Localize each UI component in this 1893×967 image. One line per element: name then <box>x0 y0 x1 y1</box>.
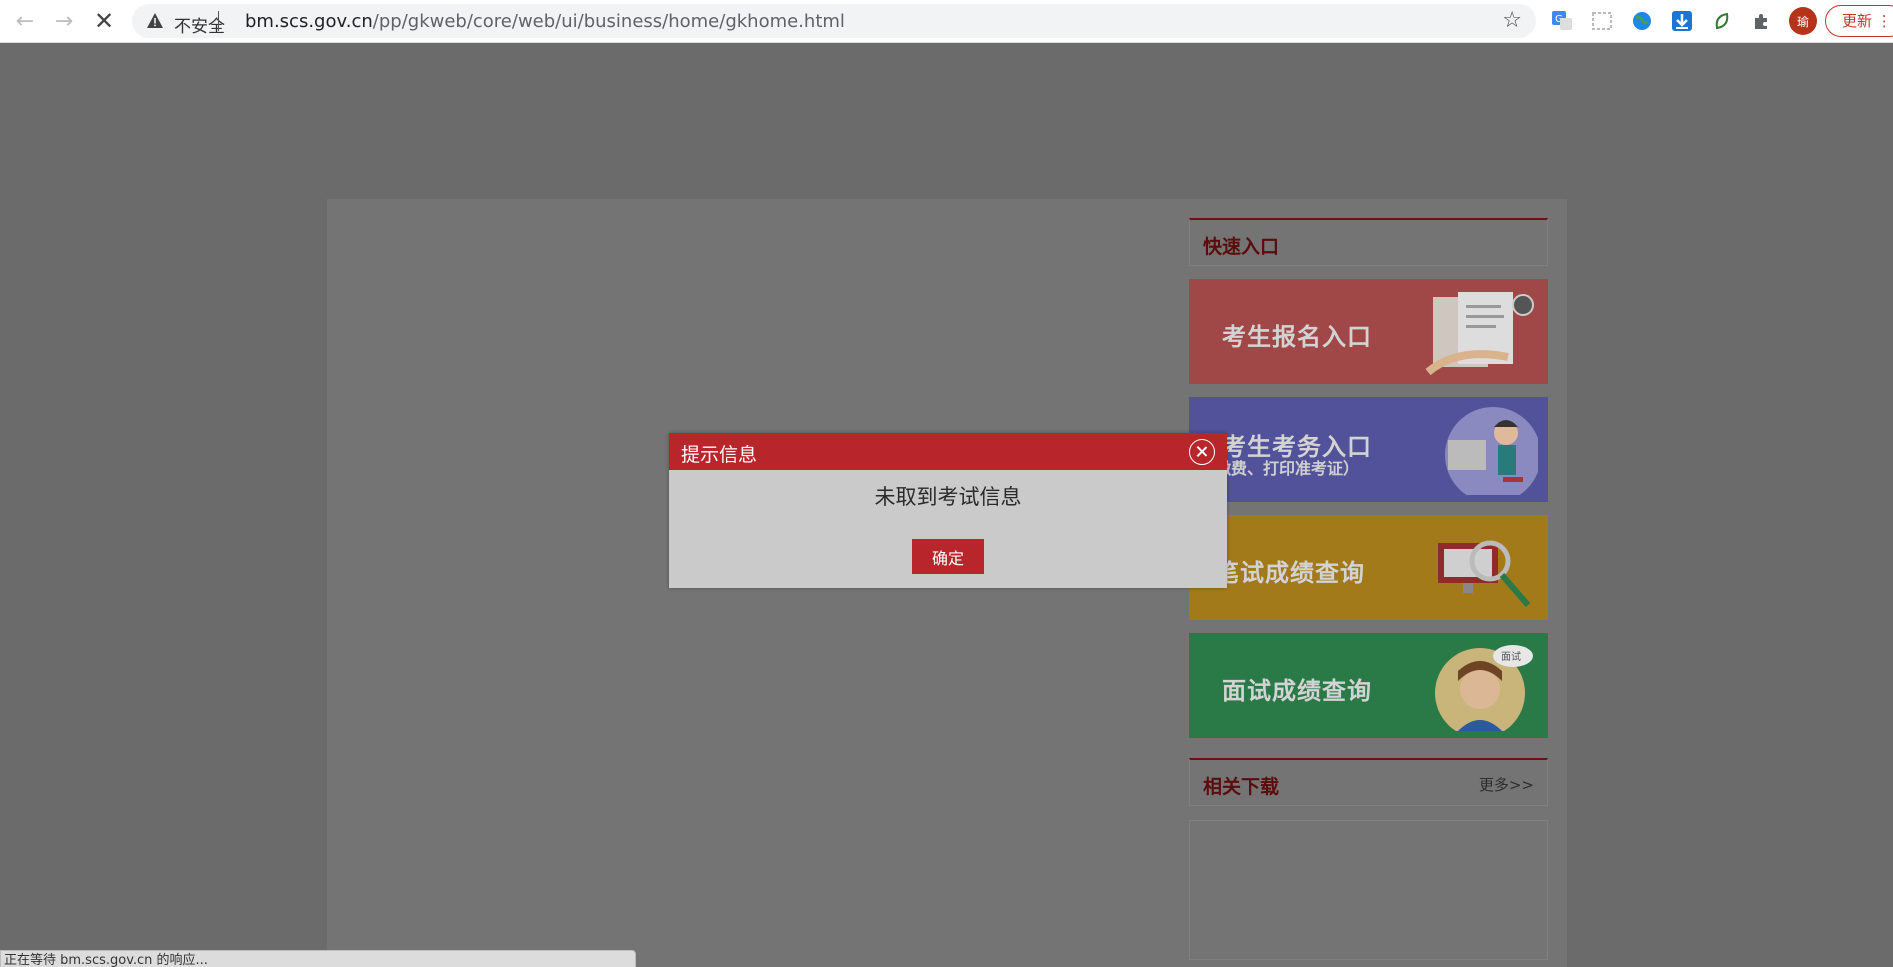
url-host: bm.scs.gov.cn <box>245 11 373 32</box>
back-button[interactable]: ← <box>11 7 39 35</box>
downloads-header: 相关下载 更多>> <box>1189 758 1548 806</box>
magnifier-screen-illustration-icon <box>1438 540 1531 607</box>
card-exam-affairs-entry[interactable]: 考生考务入口 缴费、打印准考证） <box>1189 397 1548 502</box>
quick-entry-header: 快速入口 <box>1189 218 1548 266</box>
bookmark-star-icon[interactable]: ☆ <box>1502 8 1522 33</box>
card-label: 笔试成绩查询 <box>1215 559 1365 587</box>
dialog-message: 未取到考试信息 <box>874 485 1022 509</box>
warning-icon <box>147 13 163 28</box>
student-computer-illustration-icon <box>1445 407 1538 495</box>
card-interview-score-query[interactable]: 面试成绩查询 面试 <box>1189 633 1548 738</box>
address-bar[interactable]: 不安全 bm.scs.gov.cn/pp/gkweb/core/web/ui/b… <box>132 4 1536 38</box>
downloads-title: 相关下载 <box>1203 776 1280 798</box>
interviewee-illustration-icon: 面试 <box>1435 645 1533 731</box>
close-circle-icon[interactable] <box>1189 439 1215 465</box>
forward-button[interactable]: → <box>50 7 78 35</box>
url-text[interactable]: bm.scs.gov.cn/pp/gkweb/core/web/ui/busin… <box>245 11 845 32</box>
arrow-left-icon: ← <box>15 8 35 34</box>
dialog-title: 提示信息 <box>681 444 758 466</box>
status-bar: 正在等待 bm.scs.gov.cn 的响应... <box>0 950 636 967</box>
svg-text:面试: 面试 <box>1501 650 1521 663</box>
divider <box>218 11 219 31</box>
puzzle-extensions-icon[interactable] <box>1750 9 1774 33</box>
downloads-more-link[interactable]: 更多>> <box>1479 774 1534 795</box>
card-registration-entry[interactable]: 考生报名入口 <box>1189 279 1548 384</box>
download-extension-icon[interactable] <box>1670 9 1694 33</box>
card-sub-label: 缴费、打印准考证） <box>1215 459 1360 478</box>
browser-toolbar: ← → ✕ 不安全 bm.scs.gov.cn/pp/gkweb/core/we… <box>0 0 1893 43</box>
card-label: 面试成绩查询 <box>1222 677 1372 705</box>
profile-avatar[interactable]: 瑜 <box>1789 7 1817 35</box>
downloads-list <box>1189 820 1548 960</box>
globe-extension-icon[interactable] <box>1630 9 1654 33</box>
more-menu-icon: ⋮ <box>1876 12 1892 30</box>
document-illustration-icon <box>1425 292 1534 376</box>
card-written-score-query[interactable]: 笔试成绩查询 <box>1189 515 1548 620</box>
update-label: 更新 <box>1842 12 1873 30</box>
close-icon: ✕ <box>93 7 115 35</box>
update-button[interactable]: 更新 ⋮ <box>1825 5 1893 37</box>
arrow-right-icon: → <box>54 8 74 34</box>
quick-entry-title: 快速入口 <box>1203 236 1280 258</box>
dialog-header: 提示信息 <box>669 433 1227 470</box>
translate-extension-icon[interactable]: G <box>1550 9 1574 33</box>
leaf-extension-icon[interactable] <box>1710 9 1734 33</box>
right-sidebar: 快速入口 考生报名入口 考生考务入口 缴费、打印准考证） 笔试成绩查询 面试成绩… <box>1189 218 1548 960</box>
card-label: 考生报名入口 <box>1222 323 1372 351</box>
screenshot-extension-icon[interactable] <box>1590 9 1614 33</box>
url-path: /pp/gkweb/core/web/ui/business/home/gkho… <box>372 11 845 32</box>
alert-dialog: 提示信息 未取到考试信息 确定 <box>669 433 1227 588</box>
stop-loading-button[interactable]: ✕ <box>90 7 118 35</box>
confirm-button[interactable]: 确定 <box>912 539 984 574</box>
